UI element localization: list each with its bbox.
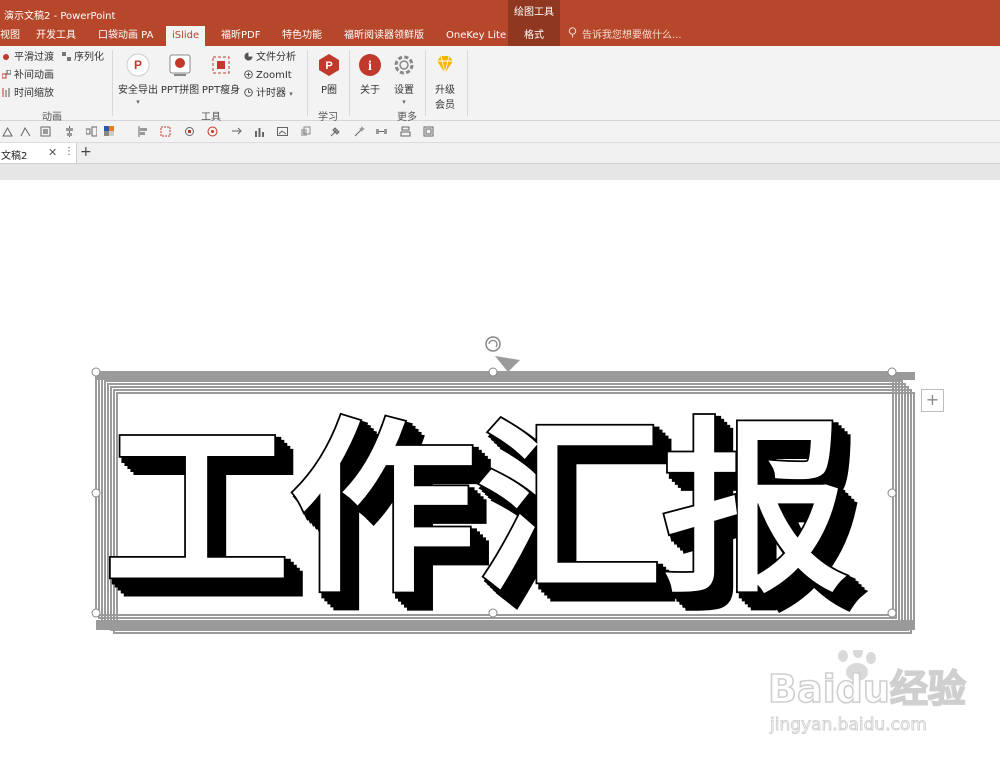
watermark-url: jingyan.baidu.com [769,715,927,735]
add-element-button[interactable]: + [921,389,944,412]
rotate-handle[interactable] [485,336,520,372]
slide-layer: 工作汇报 工作汇报 工作汇报 工作汇报 工作汇报 工作汇报 [91,336,915,637]
selection-top-edge [96,372,915,380]
baidu-watermark: Baidu经验 jingyan.baidu.com [767,646,988,753]
headline-face: 工作汇报 [104,401,848,618]
headline-text-3d[interactable]: 工作汇报 工作汇报 工作汇报 工作汇报 工作汇报 工作汇报 [102,399,867,637]
watermark-brand: Baidu经验 [768,667,966,711]
